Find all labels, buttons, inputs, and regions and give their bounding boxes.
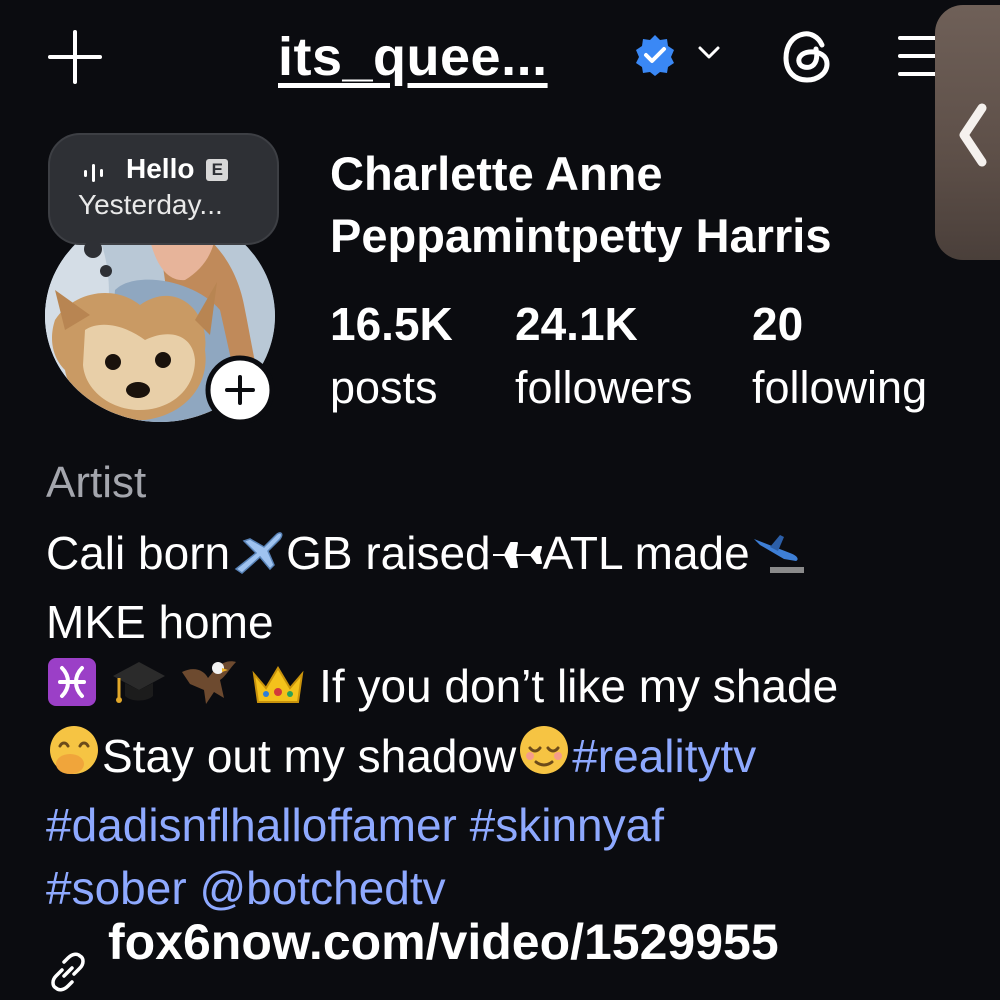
explicit-badge-icon: E — [206, 159, 229, 181]
profile-category: Artist — [46, 458, 147, 507]
following-count[interactable]: 20 — [752, 297, 803, 351]
threads-icon[interactable] — [778, 27, 838, 87]
face-with-hand-over-mouth-icon — [46, 724, 102, 794]
profile-link[interactable]: fox6now.com/video/1529955 — [108, 913, 779, 971]
hashtag-realitytv[interactable]: #realitytv — [572, 730, 756, 782]
mention-botchedtv[interactable]: @botchedtv — [199, 862, 445, 914]
crown-icon — [250, 660, 306, 724]
create-plus-button[interactable] — [40, 22, 110, 92]
note-subtitle: Yesterday... — [78, 189, 223, 220]
note-title: Hello E — [126, 153, 229, 185]
airplane-black-icon — [491, 528, 543, 591]
pisces-icon — [46, 656, 98, 724]
posts-count[interactable]: 16.5K — [330, 297, 453, 351]
profile-name: Charlette Anne Peppamintpetty Harris — [330, 147, 832, 262]
chevron-left-icon[interactable] — [954, 100, 990, 170]
chevron-down-icon[interactable] — [694, 38, 724, 68]
username-title[interactable]: its_quee... — [278, 26, 548, 88]
posts-label[interactable]: posts — [330, 362, 438, 414]
relieved-face-icon — [516, 724, 572, 794]
airplane-icon — [230, 527, 286, 591]
following-label[interactable]: following — [752, 362, 927, 414]
airplane-landing-icon — [750, 527, 808, 591]
audio-wave-icon — [84, 164, 103, 182]
hashtag-skinnyaf[interactable]: #skinnyaf — [470, 799, 664, 851]
profile-bio: Cali born GB raised ATL made MKE home If y… — [46, 527, 839, 914]
followers-label[interactable]: followers — [515, 362, 693, 414]
note-tail-dot — [84, 240, 102, 258]
eagle-icon — [180, 654, 238, 724]
hashtag-sober[interactable]: #sober — [46, 862, 187, 914]
graduation-cap-icon — [111, 656, 167, 724]
verified-badge-icon — [636, 35, 674, 76]
add-story-button[interactable] — [205, 355, 275, 425]
followers-count[interactable]: 24.1K — [515, 297, 638, 351]
link-icon — [51, 952, 85, 992]
note-tail-dot — [100, 265, 112, 277]
hashtag-dadisnflhalloffamer[interactable]: #dadisnflhalloffamer — [46, 799, 457, 851]
